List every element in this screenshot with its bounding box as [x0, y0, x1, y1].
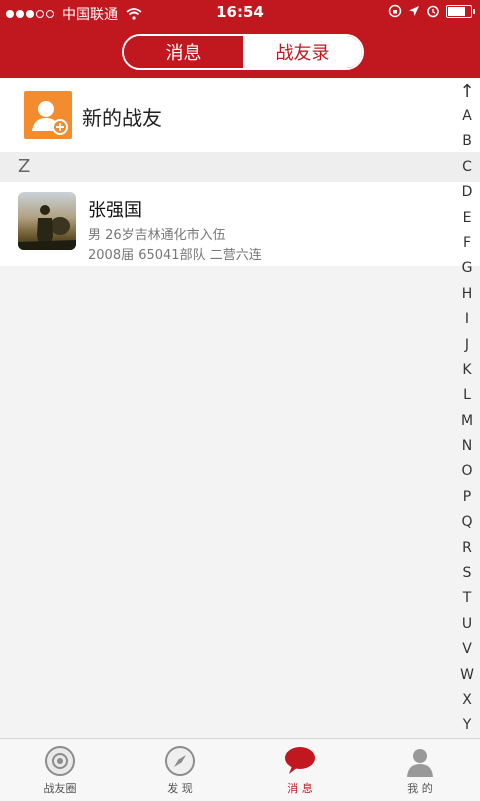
index-letter[interactable]: V [462, 637, 472, 662]
tab-comrade-circle[interactable]: 战友圈 [0, 739, 120, 801]
index-letter[interactable]: T [463, 586, 472, 611]
index-letter[interactable]: I [465, 307, 469, 332]
tab-discover[interactable]: 发 现 [120, 739, 240, 801]
new-friend-label: 新的战友 [82, 106, 162, 130]
alarm-clock-icon [427, 5, 439, 18]
index-letter[interactable]: D [462, 180, 473, 205]
index-letter[interactable]: U [462, 612, 472, 637]
contact-info: 男 26岁吉林通化市入伍 [88, 228, 226, 243]
avatar [18, 192, 76, 250]
section-letter: Z [18, 156, 31, 177]
list-item[interactable]: 张强国 男 26岁吉林通化市入伍 2008届 65041部队 二营六连 [0, 182, 480, 266]
index-letter[interactable]: L [463, 383, 471, 408]
index-letter[interactable]: K [462, 358, 471, 383]
index-letter[interactable]: X [462, 688, 472, 713]
alphabet-index[interactable]: ↑ A B C D E F G H I J K L M N O P Q R S … [454, 78, 480, 738]
index-letter[interactable]: O [461, 459, 472, 484]
battery-icon [446, 4, 475, 18]
tab-label: 发 现 [167, 782, 193, 795]
tab-messages-bottom[interactable]: 消 息 [240, 739, 360, 801]
location-arrow-icon [409, 6, 419, 16]
tab-comrade-list[interactable]: 战友录 [243, 36, 362, 68]
index-letter[interactable]: G [462, 256, 473, 281]
tab-messages[interactable]: 消息 [124, 36, 243, 68]
tab-label: 我 的 [407, 782, 433, 795]
rotation-lock-icon [388, 4, 402, 18]
index-letter[interactable]: S [463, 561, 472, 586]
index-top-arrow[interactable]: ↑ [459, 80, 474, 104]
index-letter[interactable]: C [462, 155, 472, 180]
contact-unit: 2008届 65041部队 二营六连 [88, 248, 262, 263]
contact-name: 张强国 [88, 200, 142, 221]
status-icons [388, 4, 475, 18]
index-letter[interactable]: Y [463, 713, 472, 738]
status-bar: 中国联通 16:54 [0, 0, 480, 26]
segmented-control: 消息 战友录 [122, 34, 364, 70]
chat-bubble-icon [285, 747, 315, 774]
index-letter[interactable]: J [465, 333, 469, 358]
bottom-tab-bar: 战友圈 发 现 消 息 我 的 [0, 738, 480, 801]
compass-icon [165, 746, 195, 776]
index-letter[interactable]: H [462, 282, 473, 307]
tab-label: 消 息 [287, 782, 313, 795]
index-letter[interactable]: Q [461, 510, 472, 535]
add-person-icon [24, 91, 72, 139]
tab-label: 战友圈 [43, 782, 77, 795]
index-letter[interactable]: M [461, 409, 473, 434]
index-letter[interactable]: P [463, 485, 471, 510]
index-letter[interactable]: W [460, 663, 474, 688]
index-letter[interactable]: F [463, 231, 471, 256]
circle-icon [45, 746, 75, 776]
index-letter[interactable]: R [462, 536, 472, 561]
index-letter[interactable]: N [462, 434, 472, 459]
new-friend-row[interactable]: 新的战友 [0, 78, 480, 152]
section-header: Z [0, 152, 480, 182]
index-letter[interactable]: A [462, 104, 472, 129]
app-header: 中国联通 16:54 消息 战友录 [0, 0, 480, 78]
person-icon [407, 749, 433, 777]
index-letter[interactable]: B [462, 129, 472, 154]
contact-list: 新的战友 Z 张强国 男 26岁吉林通化市入伍 2008届 65041部队 二营… [0, 78, 480, 734]
index-letter[interactable]: E [463, 206, 472, 231]
tab-mine[interactable]: 我 的 [360, 739, 480, 801]
